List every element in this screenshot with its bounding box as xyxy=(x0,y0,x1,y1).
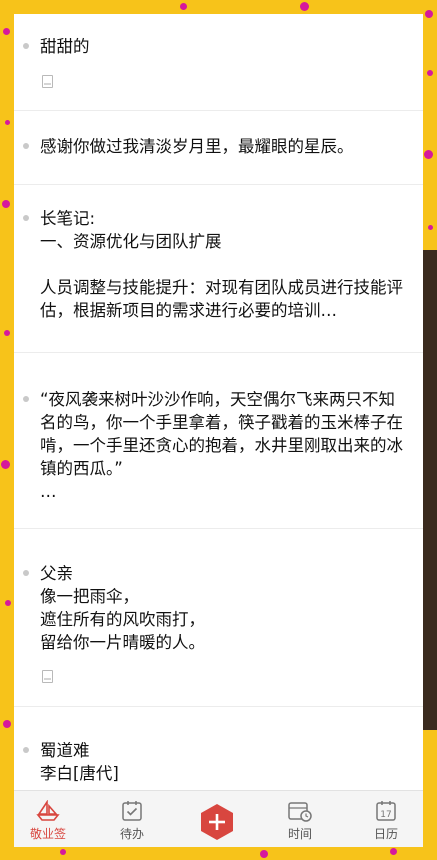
note-text: 感谢你做过我清淡岁月里，最耀眼的星辰。 xyxy=(40,137,354,156)
wallpaper-dot xyxy=(60,849,66,855)
note-item[interactable]: 长笔记: 一、资源优化与团队扩展 人员调整与技能提升：对现有团队成员进行技能评估… xyxy=(14,184,423,353)
wallpaper-dot xyxy=(427,70,433,76)
note-bullet xyxy=(23,747,29,753)
note-item[interactable]: 甜甜的 xyxy=(14,14,423,111)
plus-icon xyxy=(201,804,233,840)
checklist-icon xyxy=(122,801,142,821)
note-item[interactable]: “夜风袭来树叶沙沙作响，天空偶尔飞来两只不知名的鸟，你一个手里拿着，筷子戳着的玉… xyxy=(14,352,423,529)
wallpaper-dot xyxy=(5,600,11,606)
wallpaper-dot xyxy=(3,28,10,35)
attachment-icon xyxy=(42,75,53,88)
note-item[interactable]: 蜀道难 李白[唐代] xyxy=(14,706,423,790)
tab-label: 待办 xyxy=(119,827,144,841)
wallpaper-dot xyxy=(180,3,187,10)
note-bullet xyxy=(23,143,29,149)
attachment-icon xyxy=(42,670,53,683)
wallpaper-dot xyxy=(2,200,10,208)
wallpaper-dot xyxy=(3,720,11,728)
tab-calendar[interactable]: 17 日历 xyxy=(356,791,416,847)
sailboat-icon xyxy=(36,800,60,821)
note-text: 长笔记: 一、资源优化与团队扩展 人员调整与技能提升：对现有团队成员进行技能评估… xyxy=(40,209,403,320)
wallpaper-dot xyxy=(4,330,10,336)
note-text: 蜀道难 李白[唐代] xyxy=(40,741,119,783)
notes-list[interactable]: 甜甜的 感谢你做过我清淡岁月里，最耀眼的星辰。 长笔记: 一、资源优化与团队扩展… xyxy=(14,14,423,790)
bottom-tab-bar: 敬业签 待办 时间 17 日历 xyxy=(14,790,423,847)
wallpaper-edge xyxy=(423,250,437,730)
calendar-day: 17 xyxy=(380,810,391,820)
tab-label: 时间 xyxy=(287,827,312,841)
note-text: 甜甜的 xyxy=(40,37,90,56)
wallpaper-dot xyxy=(260,850,268,858)
note-bullet xyxy=(23,215,29,221)
note-item[interactable]: 感谢你做过我清淡岁月里，最耀眼的星辰。 xyxy=(14,110,423,185)
calendar-icon: 17 xyxy=(376,801,396,821)
note-item[interactable]: 父亲 像一把雨伞， 遮住所有的风吹雨打， 留给你一片晴暖的人。 xyxy=(14,528,423,707)
tab-time[interactable]: 时间 xyxy=(270,791,330,847)
tab-jingyeqian[interactable]: 敬业签 xyxy=(18,791,78,847)
tab-label: 敬业签 xyxy=(29,827,66,841)
wallpaper-dot xyxy=(1,460,10,469)
wallpaper-dot xyxy=(424,150,433,159)
note-bullet xyxy=(23,570,29,576)
calendar-clock-icon xyxy=(288,802,312,822)
tab-label: 日历 xyxy=(373,827,398,841)
wallpaper-dot xyxy=(390,848,397,855)
note-bullet xyxy=(23,43,29,49)
note-text: “夜风袭来树叶沙沙作响，天空偶尔飞来两只不知名的鸟，你一个手里拿着，筷子戳着的玉… xyxy=(40,390,403,501)
wallpaper-dot xyxy=(5,120,10,125)
add-note-button[interactable] xyxy=(198,803,236,841)
note-bullet xyxy=(23,396,29,402)
wallpaper-dot xyxy=(300,2,309,11)
wallpaper-dot xyxy=(428,225,433,230)
note-text: 父亲 像一把雨伞， 遮住所有的风吹雨打， 留给你一片晴暖的人。 xyxy=(40,564,205,652)
wallpaper-dot xyxy=(425,10,433,18)
tab-todo[interactable]: 待办 xyxy=(102,791,162,847)
